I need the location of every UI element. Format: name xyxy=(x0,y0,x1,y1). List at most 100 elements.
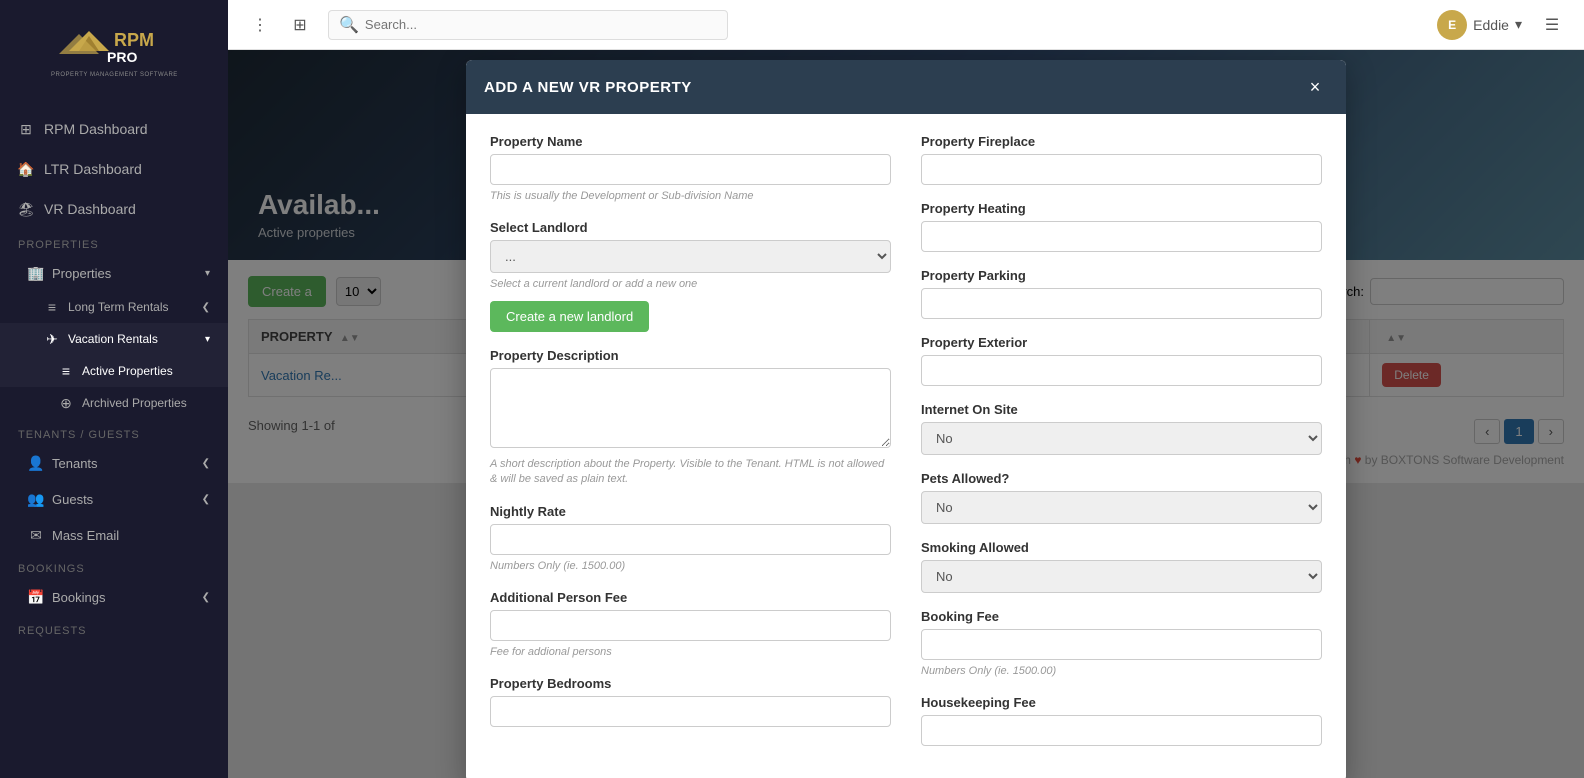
grid-view-button[interactable]: ⊞ xyxy=(284,9,316,41)
description-label: Property Description xyxy=(490,348,891,363)
smoking-select[interactable]: No Yes xyxy=(921,560,1322,593)
email-icon: ✉ xyxy=(28,527,44,543)
modal-overlay: ADD A NEW VR PROPERTY × Property Name Th… xyxy=(228,50,1584,778)
fireplace-label: Property Fireplace xyxy=(921,134,1322,149)
sidebar-item-vr-dashboard[interactable]: 🏖 VR Dashboard xyxy=(0,189,228,229)
property-name-label: Property Name xyxy=(490,134,891,149)
ltr-chevron: ❮ xyxy=(202,302,210,313)
home-icon: 🏠 xyxy=(18,161,34,177)
sidebar-item-long-term-rentals[interactable]: ≡ Long Term Rentals ❮ xyxy=(0,291,228,323)
modal-body: Property Name This is usually the Develo… xyxy=(466,114,1346,778)
search-box: 🔍 xyxy=(328,10,728,40)
logo-area: RPM PRO PROPERTY MANAGEMENT SOFTWARE xyxy=(0,0,228,109)
additional-fee-label: Additional Person Fee xyxy=(490,590,891,605)
internet-label: Internet On Site xyxy=(921,402,1322,417)
properties-section-label: PROPERTIES xyxy=(0,229,228,255)
exterior-group: Property Exterior xyxy=(921,335,1322,386)
list-icon-2: ≡ xyxy=(58,363,74,379)
topbar-right: E Eddie ▾ ☰ xyxy=(1437,9,1568,41)
topbar: ⋮ ⊞ 🔍 E Eddie ▾ ☰ xyxy=(228,0,1584,50)
housekeeping-group: Housekeeping Fee xyxy=(921,695,1322,746)
description-textarea[interactable] xyxy=(490,368,891,448)
bedrooms-input[interactable] xyxy=(490,696,891,727)
housekeeping-input[interactable] xyxy=(921,715,1322,746)
fireplace-group: Property Fireplace xyxy=(921,134,1322,185)
bedrooms-group: Property Bedrooms xyxy=(490,676,891,727)
modal-header: ADD A NEW VR PROPERTY × xyxy=(466,60,1346,114)
exterior-label: Property Exterior xyxy=(921,335,1322,350)
sidebar-item-active-properties[interactable]: ≡ Active Properties xyxy=(0,355,228,387)
bookings-chevron: ❮ xyxy=(202,592,210,603)
circle-plus-icon: ⊕ xyxy=(58,395,74,411)
select-landlord-hint: Select a current landlord or add a new o… xyxy=(490,277,891,292)
menu-icon-button[interactable]: ⋮ xyxy=(244,9,276,41)
hamburger-menu-button[interactable]: ☰ xyxy=(1536,9,1568,41)
beach-icon: 🏖 xyxy=(18,201,34,217)
avatar: E xyxy=(1437,10,1467,40)
landlord-select[interactable]: ... xyxy=(490,240,891,273)
heating-label: Property Heating xyxy=(921,201,1322,216)
booking-fee-input[interactable] xyxy=(921,629,1322,660)
sidebar: RPM PRO PROPERTY MANAGEMENT SOFTWARE ⊞ R… xyxy=(0,0,228,778)
description-group: Property Description A short description… xyxy=(490,348,891,488)
chevron-down-icon: ▾ xyxy=(1515,16,1522,33)
booking-fee-label: Booking Fee xyxy=(921,609,1322,624)
list-icon: ≡ xyxy=(44,299,60,315)
sidebar-item-rpm-dashboard[interactable]: ⊞ RPM Dashboard xyxy=(0,109,228,149)
fireplace-input[interactable] xyxy=(921,154,1322,185)
tenants-section-label: TENANTS / GUESTS xyxy=(0,419,228,445)
sidebar-item-properties[interactable]: 🏢 Properties ▾ xyxy=(0,255,228,291)
requests-section-label: REQUESTS xyxy=(0,615,228,641)
property-name-hint: This is usually the Development or Sub-d… xyxy=(490,189,891,204)
additional-fee-hint: Fee for addional persons xyxy=(490,645,891,660)
pets-label: Pets Allowed? xyxy=(921,471,1322,486)
modal-close-button[interactable]: × xyxy=(1302,74,1328,100)
additional-fee-group: Additional Person Fee Fee for addional p… xyxy=(490,590,891,660)
pets-group: Pets Allowed? No Yes xyxy=(921,471,1322,524)
guests-icon: 👥 xyxy=(28,491,44,507)
landlord-select-row: ... xyxy=(490,240,891,273)
smoking-label: Smoking Allowed xyxy=(921,540,1322,555)
svg-text:PROPERTY MANAGEMENT SOFTWARE: PROPERTY MANAGEMENT SOFTWARE xyxy=(51,72,178,78)
plane-icon: ✈ xyxy=(44,331,60,347)
internet-select[interactable]: No Yes xyxy=(921,422,1322,455)
add-vr-property-modal: ADD A NEW VR PROPERTY × Property Name Th… xyxy=(466,60,1346,778)
booking-fee-hint: Numbers Only (ie. 1500.00) xyxy=(921,664,1322,679)
modal-title: ADD A NEW VR PROPERTY xyxy=(484,79,692,96)
parking-input[interactable] xyxy=(921,288,1322,319)
pets-select[interactable]: No Yes xyxy=(921,491,1322,524)
user-badge[interactable]: E Eddie ▾ xyxy=(1437,10,1522,40)
nightly-rate-group: Nightly Rate Numbers Only (ie. 1500.00) xyxy=(490,504,891,574)
property-name-input[interactable] xyxy=(490,154,891,185)
heating-input[interactable] xyxy=(921,221,1322,252)
housekeeping-label: Housekeeping Fee xyxy=(921,695,1322,710)
exterior-input[interactable] xyxy=(921,355,1322,386)
sidebar-item-vacation-rentals[interactable]: ✈ Vacation Rentals ▾ xyxy=(0,323,228,355)
additional-fee-input[interactable] xyxy=(490,610,891,641)
rpm-pro-logo: RPM PRO PROPERTY MANAGEMENT SOFTWARE xyxy=(49,16,179,88)
create-landlord-button[interactable]: Create a new landlord xyxy=(490,301,649,332)
sidebar-item-archived-properties[interactable]: ⊕ Archived Properties xyxy=(0,387,228,419)
main-area: ⋮ ⊞ 🔍 E Eddie ▾ ☰ Availab... Active prop… xyxy=(228,0,1584,778)
nightly-rate-input[interactable] xyxy=(490,524,891,555)
vr-chevron: ▾ xyxy=(205,334,210,345)
bookings-section-label: BOOKINGS xyxy=(0,553,228,579)
person-icon: 👤 xyxy=(28,455,44,471)
sidebar-item-tenants[interactable]: 👤 Tenants ❮ xyxy=(0,445,228,481)
sidebar-item-guests[interactable]: 👥 Guests ❮ xyxy=(0,481,228,517)
svg-text:RPM: RPM xyxy=(114,30,154,50)
smoking-group: Smoking Allowed No Yes xyxy=(921,540,1322,593)
building-icon: 🏢 xyxy=(28,265,44,281)
properties-chevron: ▾ xyxy=(205,268,210,279)
parking-label: Property Parking xyxy=(921,268,1322,283)
modal-right-col: Property Fireplace Property Heating Prop… xyxy=(921,134,1322,762)
sidebar-item-bookings[interactable]: 📅 Bookings ❮ xyxy=(0,579,228,615)
topbar-icon-group: ⋮ ⊞ xyxy=(244,9,316,41)
sidebar-item-ltr-dashboard[interactable]: 🏠 LTR Dashboard xyxy=(0,149,228,189)
parking-group: Property Parking xyxy=(921,268,1322,319)
sidebar-item-mass-email[interactable]: ✉ Mass Email xyxy=(0,517,228,553)
search-icon: 🔍 xyxy=(339,15,359,35)
calendar-icon: 📅 xyxy=(28,589,44,605)
select-landlord-label: Select Landlord xyxy=(490,220,891,235)
search-input[interactable] xyxy=(365,17,717,32)
